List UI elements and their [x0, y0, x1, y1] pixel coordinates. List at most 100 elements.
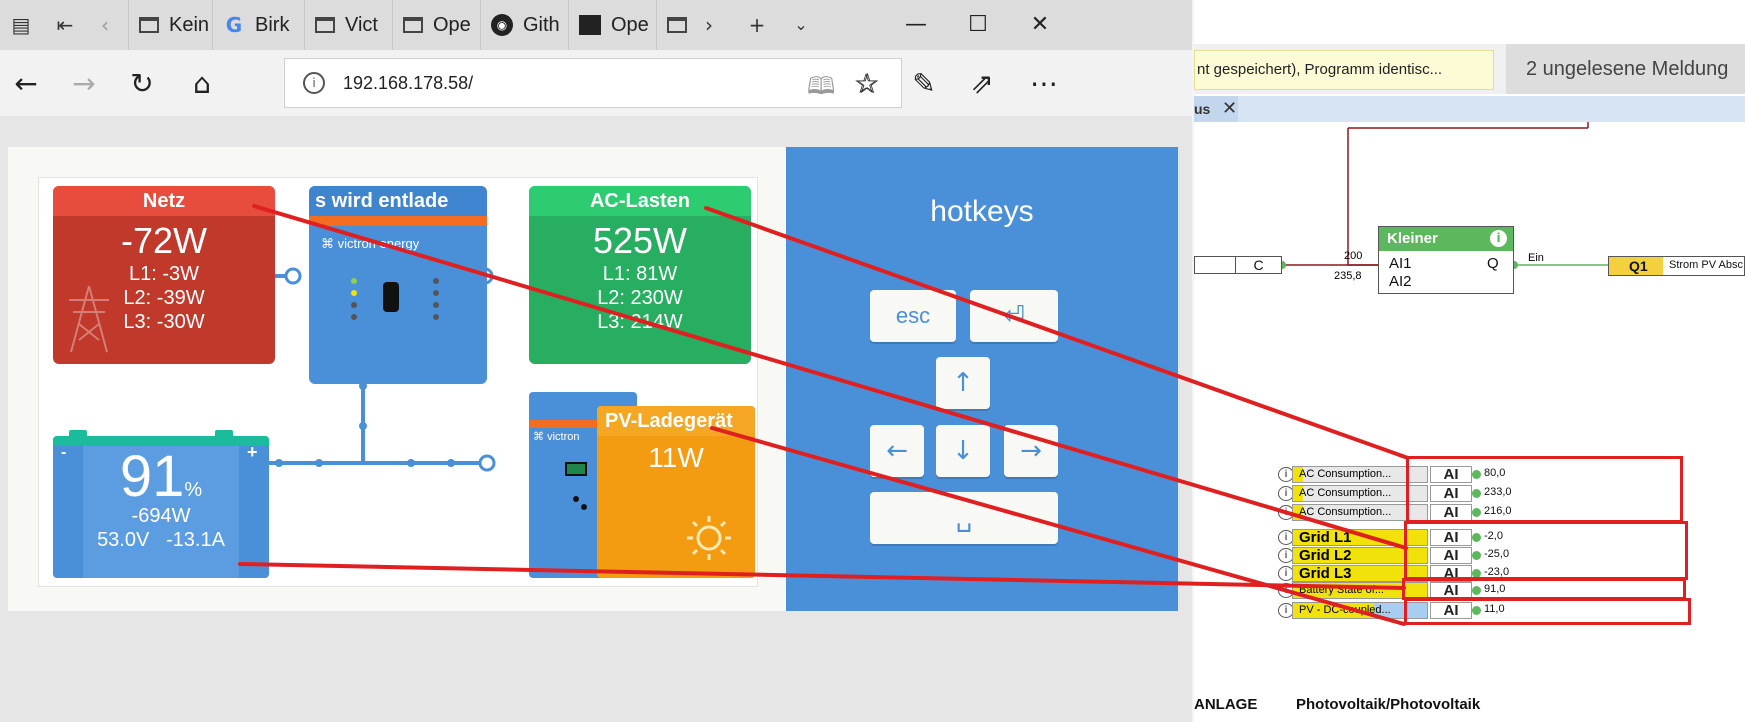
esc-key[interactable]: esc — [870, 290, 956, 342]
down-key[interactable]: ↓ — [936, 425, 990, 477]
maximize-icon[interactable]: ☐ — [958, 6, 998, 44]
led-off — [433, 302, 439, 308]
share-icon[interactable]: ⇗ — [962, 64, 1002, 104]
inverter-title: s wird entlade — [309, 186, 487, 216]
pv-charger-power: 11W — [648, 442, 704, 473]
pv-charger-title: PV-Ladegerät — [597, 406, 755, 436]
kleiner-block[interactable]: Kleiner i AI1 AI2 Q — [1378, 226, 1514, 294]
kleiner-out-label: Ein — [1528, 252, 1544, 264]
led-green — [351, 278, 357, 284]
battery-current: -13.1A — [166, 529, 225, 551]
battery-soc: 91% — [53, 446, 269, 508]
enter-key[interactable]: ⏎ — [970, 290, 1058, 342]
tab-7[interactable] — [656, 0, 688, 50]
pen-icon[interactable]: ✎ — [904, 64, 944, 104]
victron-brand-text: victron energy — [337, 236, 420, 251]
footer: ANLAGE Photovoltaik/Photovoltaik — [1194, 696, 1745, 718]
mppt-led — [573, 496, 579, 502]
grid-power: -72W — [120, 220, 207, 261]
victron-logo-icon: ⌘ — [321, 236, 338, 251]
forward-button[interactable]: → — [64, 64, 104, 104]
venus-overview-card: Netz -72W L1: -3W L2: -39W L3: -30W s wi… — [8, 147, 786, 611]
victron-logo: ⌘ victron energy — [321, 236, 419, 252]
page-icon — [667, 17, 687, 33]
chevron-down-icon[interactable]: ⌄ — [784, 8, 818, 42]
scroll-tabs-left-icon[interactable]: ‹ — [88, 8, 122, 42]
inverter-switch — [383, 282, 399, 312]
info-icon[interactable]: i — [1490, 230, 1507, 247]
tab-6[interactable]: Ope — [568, 0, 654, 50]
back-button[interactable]: ← — [6, 64, 46, 104]
footer-section: ANLAGE — [1194, 696, 1258, 713]
mppt-display — [565, 462, 587, 476]
set-aside-tabs-icon[interactable]: ⇤ — [48, 8, 82, 42]
close-icon[interactable]: ✕ — [1020, 6, 1060, 44]
ac-l2: L2: 230W — [597, 287, 683, 309]
page-content: Netz -72W L1: -3W L2: -39W L3: -30W s wi… — [0, 116, 1192, 722]
hotkeys-panel: hotkeys esc ⏎ ↑ ← ↓ → ␣ — [786, 147, 1178, 611]
led-off — [433, 314, 439, 320]
pv-charger-tile[interactable]: PV-Ladegerät 11W — [597, 406, 755, 578]
ac-l3: L3: 214W — [597, 311, 683, 333]
minimize-icon[interactable]: — — [896, 6, 936, 44]
mppt-led — [581, 504, 587, 510]
tab-label: Vict — [345, 13, 378, 36]
battery-vi: 53.0V -13.1A — [53, 528, 269, 552]
page-icon — [139, 17, 159, 33]
address-bar-row: ← → ↻ ⌂ i 192.168.178.58/ 🕮 ☆ ☆ ✎ ⇗ ⋯ — [0, 50, 1192, 116]
github-icon: ◉ — [491, 14, 513, 36]
tab-3[interactable]: Vict — [304, 0, 390, 50]
inverter-stripe — [309, 216, 487, 226]
info-icon[interactable]: i — [303, 72, 325, 94]
grid-tile[interactable]: Netz -72W L1: -3W L2: -39W L3: -30W — [53, 186, 275, 364]
tab-4[interactable]: Ope — [392, 0, 478, 50]
kleiner-title-text: Kleiner — [1387, 230, 1438, 247]
kleiner-in2: AI2 — [1389, 273, 1412, 290]
url-text: 192.168.178.58/ — [343, 73, 474, 93]
tab-5[interactable]: ◉ Gith — [480, 0, 566, 50]
url-input[interactable]: i 192.168.178.58/ 🕮 ☆ — [284, 58, 902, 108]
battery-soc-value: 91 — [119, 444, 185, 509]
grid-title: Netz — [53, 186, 275, 216]
inverter-tile[interactable]: s wird entlade ⌘ victron energy — [309, 186, 487, 384]
dark-site-icon — [579, 15, 601, 35]
grid-l1: L1: -3W — [128, 263, 200, 285]
more-icon[interactable]: ⋯ — [1024, 64, 1064, 104]
led-yellow — [351, 290, 357, 296]
kleiner-out: Q — [1487, 255, 1499, 272]
home-button[interactable]: ⌂ — [182, 64, 222, 104]
sun-icon — [687, 516, 731, 560]
tab-1[interactable]: Kein — [128, 0, 210, 50]
new-tab-icon[interactable]: + — [740, 8, 774, 42]
favorites-list-icon[interactable]: ☆ — [846, 64, 886, 104]
edge-browser-window: ▤ ⇤ ‹ Kein G Birk Vict Ope ◉ Gith Ope › … — [0, 0, 1192, 722]
system-overview-diagram: Netz -72W L1: -3W L2: -39W L3: -30W s wi… — [38, 177, 758, 587]
tab-label: Ope — [433, 13, 471, 36]
up-key[interactable]: ↑ — [936, 357, 990, 409]
right-key[interactable]: → — [1004, 425, 1058, 477]
led-off — [433, 290, 439, 296]
left-key[interactable]: ← — [870, 425, 924, 477]
kleiner-in1: AI1 — [1389, 255, 1412, 272]
tab-2[interactable]: G Birk — [212, 0, 296, 50]
q1-output-block[interactable]: Q1 Strom PV Absc — [1608, 256, 1745, 276]
led-off — [351, 314, 357, 320]
annotation-frame-ac — [1406, 456, 1683, 523]
annotation-frame-battery — [1402, 578, 1686, 600]
battery-voltage: 53.0V — [97, 529, 150, 551]
tab-preview-icon[interactable]: ▤ — [4, 8, 38, 42]
scroll-tabs-right-icon[interactable]: › — [692, 8, 726, 42]
reading-view-icon[interactable]: 🕮 — [807, 69, 835, 110]
refresh-button[interactable]: ↻ — [122, 64, 162, 104]
led-off — [351, 302, 357, 308]
kleiner-val1: 200 — [1344, 250, 1363, 262]
ac-loads-tile[interactable]: AC-Lasten 525W L1: 81W L2: 230W L3: 214W — [529, 186, 751, 364]
c-block[interactable]: C — [1194, 256, 1282, 274]
space-key[interactable]: ␣ — [870, 492, 1058, 544]
footer-path: Photovoltaik/Photovoltaik — [1296, 696, 1481, 713]
screen: ▤ ⇤ ‹ Kein G Birk Vict Ope ◉ Gith Ope › … — [0, 0, 1745, 722]
q1-label: Q1 — [1609, 257, 1663, 275]
battery-tile[interactable]: - + 91% -694W 53.0V -13.1A — [53, 436, 269, 578]
victron-logo-icon: ⌘ — [533, 431, 548, 443]
google-icon: G — [225, 13, 243, 37]
